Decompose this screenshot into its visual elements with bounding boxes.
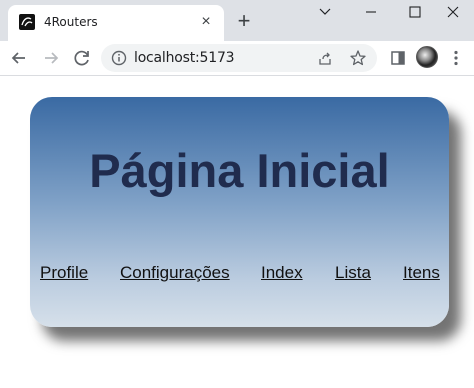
browser-toolbar: localhost:5173 (0, 41, 474, 76)
browser-tab-bar: 4Routers × + (0, 0, 474, 41)
window-close-icon[interactable] (430, 0, 474, 28)
chevron-down-icon[interactable] (302, 0, 348, 28)
url-text[interactable]: localhost:5173 (134, 50, 235, 66)
info-icon[interactable] (111, 50, 127, 66)
nav-link-profile[interactable]: Profile (40, 263, 88, 283)
page-title: Página Inicial (89, 144, 390, 197)
browser-tab[interactable]: 4Routers × (8, 5, 224, 41)
arrow-left-icon[interactable] (6, 45, 32, 71)
nav-links: Profile Configurações Index Lista Itens (40, 263, 440, 283)
nav-link-configuracoes[interactable]: Configurações (120, 263, 230, 283)
arrow-right-icon[interactable] (38, 45, 64, 71)
minimize-icon[interactable] (348, 0, 394, 28)
app-logo-icon (19, 14, 35, 30)
close-icon[interactable]: × (198, 14, 214, 30)
nav-link-itens[interactable]: Itens (403, 263, 440, 283)
reload-icon[interactable] (69, 45, 95, 71)
side-panel-icon[interactable] (389, 49, 407, 67)
kebab-menu-icon[interactable] (452, 49, 460, 67)
avatar[interactable] (416, 46, 438, 68)
address-bar[interactable]: localhost:5173 (101, 44, 377, 72)
nav-link-lista[interactable]: Lista (335, 263, 371, 283)
share-icon[interactable] (317, 50, 333, 66)
tab-title: 4Routers (44, 15, 98, 29)
home-card: Página Inicial Profile Configurações Ind… (30, 97, 449, 327)
plus-icon[interactable]: + (233, 10, 255, 32)
nav-link-index[interactable]: Index (261, 263, 303, 283)
star-icon[interactable] (349, 49, 367, 67)
